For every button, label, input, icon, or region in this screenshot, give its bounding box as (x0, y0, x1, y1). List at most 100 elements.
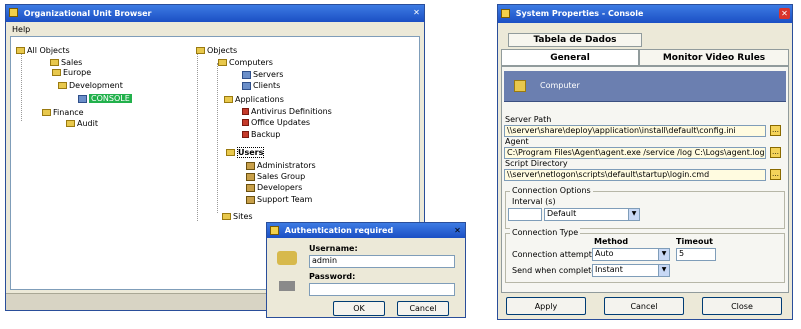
cancel-button[interactable]: Cancel (604, 297, 684, 315)
right-tree-node-label: Objects (207, 46, 238, 55)
left-tree-node[interactable]: Audit (66, 119, 98, 129)
apply-button[interactable]: Apply (506, 297, 586, 315)
connection-attempts-label: Connection attempts (512, 250, 597, 259)
package-icon (242, 131, 249, 138)
right-tree-node[interactable]: Users (226, 147, 265, 158)
close-icon[interactable]: ✕ (452, 225, 463, 236)
browse-icon[interactable]: … (770, 147, 781, 158)
right-tree-node-label: Users (237, 147, 265, 158)
right-tree-node-label: Backup (251, 130, 281, 139)
timeout-field[interactable]: 5 (676, 248, 716, 261)
right-tree-node[interactable]: Backup (242, 130, 280, 140)
left-tree-node[interactable]: Development (58, 81, 123, 91)
browse-icon[interactable]: … (770, 125, 781, 136)
interval-select-value: Default (547, 209, 577, 218)
password-label: Password: (309, 272, 356, 281)
right-tree-node[interactable]: Applications (224, 95, 284, 105)
left-tree-node[interactable]: Finance (42, 108, 84, 118)
folder-icon (514, 80, 526, 92)
right-tree-node-label: Servers (253, 70, 284, 79)
right-tree-node[interactable]: Office Updates (242, 118, 310, 128)
right-tree-node-label: Sales Group (257, 172, 306, 181)
method-select-2[interactable]: Instant ▼ (592, 264, 670, 277)
ou-browser-titlebar[interactable]: Organizational Unit Browser ✕ (6, 5, 424, 22)
method-select-1[interactable]: Auto ▼ (592, 248, 670, 261)
computer-icon (242, 81, 251, 90)
close-button[interactable]: Close (702, 297, 782, 315)
interval-field[interactable] (508, 208, 542, 221)
folder-icon (50, 59, 59, 66)
tree-connector (197, 51, 198, 221)
username-label: Username: (309, 244, 358, 253)
path-row-value[interactable]: \\server\share\deploy\application\instal… (504, 125, 766, 137)
password-field[interactable] (309, 283, 455, 296)
path-row-value[interactable]: \\server\netlogon\scripts\default\startu… (504, 169, 766, 181)
ou-browser-title: Organizational Unit Browser (23, 9, 152, 18)
properties-title: System Properties - Console (515, 9, 644, 18)
right-tree-node-label: Sites (233, 212, 253, 221)
right-tree-node[interactable]: Objects (196, 46, 237, 56)
ou-browser-menu-help[interactable]: Help (12, 25, 30, 34)
computer-banner: Computer (504, 71, 786, 102)
method-select-2-value: Instant (595, 265, 623, 274)
left-tree-node[interactable]: All Objects (16, 46, 70, 56)
folder-icon (52, 69, 61, 76)
right-tree-node[interactable]: Computers (218, 58, 273, 68)
chevron-down-icon[interactable]: ▼ (658, 249, 669, 260)
username-field[interactable]: admin (309, 255, 455, 268)
path-row-value[interactable]: C:\Program Files\Agent\agent.exe /servic… (504, 147, 766, 159)
right-tree-node[interactable]: Sales Group (246, 172, 305, 182)
right-tree-node[interactable]: Antivirus Definitions (242, 107, 332, 117)
key-icon (270, 226, 279, 235)
banner-label: Computer (540, 81, 580, 90)
left-tree-node[interactable]: Sales (50, 58, 82, 68)
folder-icon (66, 120, 75, 127)
right-tree-node[interactable]: Clients (242, 81, 280, 91)
app-icon (501, 9, 510, 18)
ok-button[interactable]: OK (333, 301, 385, 316)
left-tree-node[interactable]: Europe (52, 68, 91, 78)
tab-tabela-de-dados[interactable]: Tabela de Dados (508, 33, 642, 47)
connection-type-title: Connection Type (510, 228, 581, 238)
left-tree-node[interactable]: CONSOLE (78, 94, 132, 104)
right-tree-node[interactable]: Sites (222, 212, 253, 222)
folder-icon (16, 47, 25, 54)
browse-icon[interactable]: … (770, 169, 781, 180)
right-tree-node-label: Support Team (257, 195, 313, 204)
login-title: Authentication required (284, 226, 394, 235)
login-titlebar[interactable]: Authentication required ✕ (267, 223, 465, 238)
user-icon (246, 172, 255, 181)
properties-titlebar[interactable]: System Properties - Console ✕ (498, 5, 792, 23)
user-icon (246, 195, 255, 204)
package-icon (242, 119, 249, 126)
right-tree-node-label: Office Updates (251, 118, 311, 127)
path-row-caption: Script Directory (505, 159, 568, 168)
right-tree-node[interactable]: Servers (242, 70, 283, 80)
right-tree-node-label: Applications (235, 95, 284, 104)
folder-icon (58, 82, 67, 89)
right-tree-node[interactable]: Developers (246, 183, 302, 193)
cancel-button[interactable]: Cancel (397, 301, 449, 316)
right-tree-node-label: Developers (257, 183, 303, 192)
close-icon[interactable]: ✕ (779, 8, 790, 19)
folder-icon (196, 47, 205, 54)
path-row-caption: Server Path (505, 115, 552, 124)
interval-select[interactable]: Default ▼ (544, 208, 640, 221)
package-icon (242, 108, 249, 115)
right-tree-node-label: Clients (253, 81, 281, 90)
path-row-caption: Agent (505, 137, 529, 146)
right-tree-node-label: Computers (229, 58, 273, 67)
left-tree-node-label: Sales (61, 58, 83, 67)
tab-monitor-video-rules[interactable]: Monitor Video Rules (639, 49, 789, 66)
right-tree-node[interactable]: Support Team (246, 195, 312, 205)
user-icon (246, 183, 255, 192)
close-icon[interactable]: ✕ (411, 7, 422, 18)
properties-window: System Properties - Console ✕ Tabela de … (497, 4, 793, 320)
tab-general[interactable]: General (501, 49, 639, 66)
chevron-down-icon[interactable]: ▼ (628, 209, 639, 220)
login-dialog: Authentication required ✕ Username: admi… (266, 222, 466, 318)
left-tree-node-label: Development (69, 81, 123, 90)
right-tree-node[interactable]: Administrators (246, 161, 316, 171)
chevron-down-icon[interactable]: ▼ (658, 265, 669, 276)
method-column-header: Method (594, 237, 629, 246)
